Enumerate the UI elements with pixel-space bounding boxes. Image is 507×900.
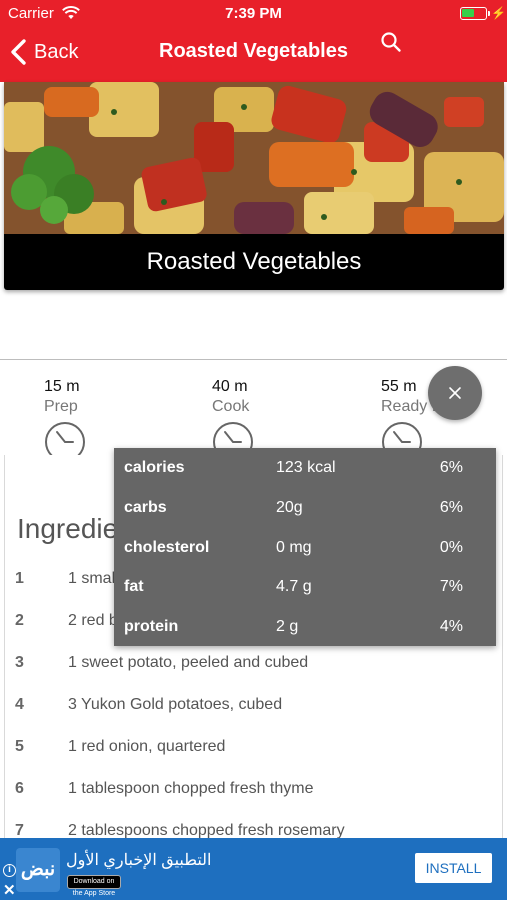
status-bar: Carrier 7:39 PM ⚡	[0, 0, 507, 28]
recipe-hero-caption: Roasted Vegetables	[4, 234, 504, 290]
ingredient-text: 3 Yukon Gold potatoes, cubed	[68, 696, 283, 713]
nutrient-name: cholesterol	[124, 539, 210, 556]
ingredient-row: 3 1 sweet potato, peeled and cubed	[5, 642, 504, 684]
ingredient-number: 1	[15, 570, 24, 587]
close-icon	[449, 387, 461, 399]
install-button[interactable]: INSTALL	[415, 853, 492, 883]
app-store-badge: Download on the App Store	[67, 875, 121, 897]
ingredient-number: 6	[15, 780, 24, 797]
close-nutrition-button[interactable]	[428, 366, 482, 420]
nutrient-name: protein	[124, 618, 179, 635]
nutrient-amount: 2 g	[276, 618, 299, 635]
back-chevron-icon	[11, 39, 26, 65]
nutrient-amount: 4.7 g	[276, 578, 312, 595]
nutrient-percent: 6%	[439, 499, 463, 516]
nutrient-percent: 7%	[439, 578, 463, 595]
nutrient-amount: 0 mg	[276, 539, 312, 556]
app-screen: Carrier 7:39 PM ⚡ Back Roasted Vegetable…	[0, 0, 507, 900]
ingredient-row: 5 1 red onion, quartered	[5, 726, 504, 768]
battery-icon	[460, 7, 490, 20]
back-button[interactable]: Back	[8, 34, 78, 70]
ingredient-text: 1 tablespoon chopped fresh thyme	[68, 780, 314, 797]
nutrition-row: cholesterol 0 mg 0%	[114, 528, 496, 568]
ad-banner[interactable]: i ✕ نبض التطبيق الإخباري الأول Download …	[0, 838, 507, 900]
ad-app-logo: نبض	[16, 848, 60, 892]
info-icon[interactable]: i	[3, 864, 16, 877]
status-time: 7:39 PM	[225, 5, 282, 22]
ingredient-row: 4 3 Yukon Gold potatoes, cubed	[5, 684, 504, 726]
ad-close-icon[interactable]: ✕	[3, 881, 16, 899]
nutrient-percent: 6%	[439, 459, 463, 476]
ingredient-number: 3	[15, 654, 24, 671]
nutrient-amount: 20g	[276, 499, 303, 516]
nav-bar: Back Roasted Vegetables	[0, 30, 507, 76]
nutrient-name: carbs	[124, 499, 167, 516]
recipe-times: 15 m Prep 40 m Cook 55 m Ready In	[0, 360, 507, 462]
ingredient-text: 1 sweet potato, peeled and cubed	[68, 654, 309, 671]
search-icon[interactable]	[378, 30, 404, 56]
nutrient-percent: 0%	[439, 539, 463, 556]
ingredient-number: 5	[15, 738, 24, 755]
nutrition-row: protein 2 g 4%	[114, 607, 496, 647]
nutrition-row: fat 4.7 g 7%	[114, 567, 496, 607]
nutrient-name: calories	[124, 459, 185, 476]
ingredient-text: 1 red onion, quartered	[68, 738, 226, 755]
nutrient-amount: 123 kcal	[276, 459, 336, 476]
recipe-hero-card: Roasted Vegetables	[4, 82, 504, 290]
nutrition-row: carbs 20g 6%	[114, 488, 496, 528]
nutrient-name: fat	[124, 578, 144, 595]
time-cook: 40 m Cook	[212, 378, 292, 416]
back-label: Back	[34, 40, 79, 63]
time-value: 15 m	[44, 378, 80, 395]
ad-title: التطبيق الإخباري الأول	[66, 852, 212, 869]
ingredient-number: 2	[15, 612, 24, 629]
nutrition-row: calories 123 kcal 6%	[114, 448, 496, 488]
recipe-photo	[4, 82, 504, 234]
nutrition-popup: calories 123 kcal 6% carbs 20g 6% choles…	[114, 448, 496, 646]
time-prep: 15 m Prep	[44, 378, 124, 416]
time-label: Prep	[44, 398, 78, 415]
time-label: Cook	[212, 398, 250, 415]
app-header: Carrier 7:39 PM ⚡ Back Roasted Vegetable…	[0, 0, 507, 82]
nutrient-percent: 4%	[439, 618, 463, 635]
ingredient-number: 4	[15, 696, 24, 713]
charging-icon: ⚡	[491, 6, 506, 20]
time-value: 40 m	[212, 378, 248, 395]
ingredient-row: 6 1 tablespoon chopped fresh thyme	[5, 768, 504, 810]
